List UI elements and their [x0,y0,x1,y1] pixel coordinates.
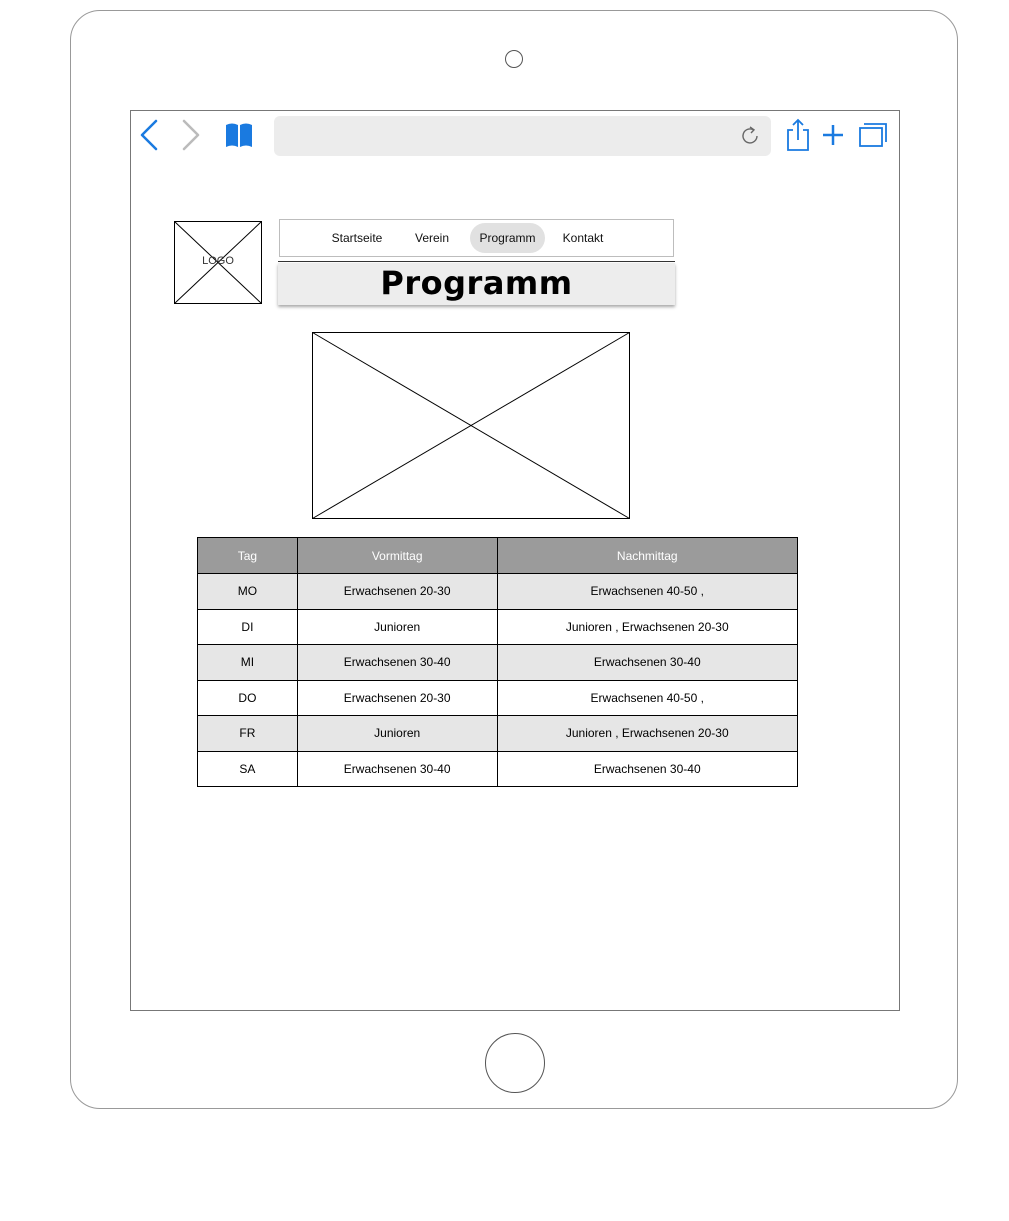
title-banner: Programm [278,263,675,305]
morning-cell: Erwachsenen 30-40 [296,644,498,681]
table-row: FR Junioren Junioren , Erwachsenen 20-30 [197,715,799,752]
day-cell: DI [197,608,298,645]
main-nav: Startseite Verein Programm Kontakt [279,219,674,257]
table-header-row: Tag Vormittag Nachmittag [197,537,799,574]
afternoon-cell: Erwachsenen 30-40 [496,644,799,681]
forward-button[interactable] [180,118,202,152]
tabs-button[interactable] [858,122,888,150]
day-cell: SA [197,750,298,787]
day-cell: DO [197,679,298,716]
book-icon [226,123,252,147]
chevron-left-icon [140,119,158,151]
nav-item-kontakt[interactable]: Kontakt [555,223,611,253]
morning-cell: Erwachsenen 20-30 [296,679,498,716]
morning-cell: Junioren [296,715,498,752]
nav-item-programm[interactable]: Programm [470,223,545,253]
tabs-icon [859,123,887,147]
table-row: MO Erwachsenen 20-30 Erwachsenen 40-50 , [197,573,799,610]
new-tab-button[interactable] [822,124,844,146]
table-row: SA Erwachsenen 30-40 Erwachsenen 30-40 [197,750,799,787]
bookmarks-button[interactable] [224,122,254,148]
chevron-right-icon [182,119,200,151]
afternoon-cell: Junioren , Erwachsenen 20-30 [496,715,799,752]
reload-button[interactable] [738,124,762,148]
logo-text: LOGO [202,255,234,267]
table-row: DI Junioren Junioren , Erwachsenen 20-30 [197,608,799,645]
table-row: DO Erwachsenen 20-30 Erwachsenen 40-50 , [197,679,799,716]
page-title: Programm [380,264,573,302]
morning-cell: Junioren [296,608,498,645]
schedule-table: Tag Vormittag Nachmittag MO Erwachsenen … [197,537,799,787]
table-row: MI Erwachsenen 30-40 Erwachsenen 30-40 [197,644,799,681]
camera-icon [505,50,523,68]
title-divider [278,261,675,262]
afternoon-cell: Erwachsenen 40-50 , [496,679,799,716]
column-header-tag: Tag [197,537,298,574]
afternoon-cell: Erwachsenen 30-40 [496,750,799,787]
afternoon-cell: Junioren , Erwachsenen 20-30 [496,608,799,645]
image-placeholder-icon [312,332,630,519]
reload-icon [742,126,758,144]
day-cell: MO [197,573,298,610]
address-bar[interactable] [274,116,771,156]
image-placeholder [312,332,630,519]
logo: LOGO [174,221,262,304]
column-header-vormittag: Vormittag [296,537,498,574]
morning-cell: Erwachsenen 20-30 [296,573,498,610]
plus-icon [823,125,843,145]
nav-item-verein[interactable]: Verein [404,223,460,253]
nav-item-startseite[interactable]: Startseite [324,223,390,253]
column-header-nachmittag: Nachmittag [496,537,799,574]
share-icon [787,118,809,151]
back-button[interactable] [138,118,160,152]
home-button[interactable] [485,1033,545,1093]
share-button[interactable] [784,118,812,152]
afternoon-cell: Erwachsenen 40-50 , [496,573,799,610]
morning-cell: Erwachsenen 30-40 [296,750,498,787]
day-cell: MI [197,644,298,681]
day-cell: FR [197,715,298,752]
